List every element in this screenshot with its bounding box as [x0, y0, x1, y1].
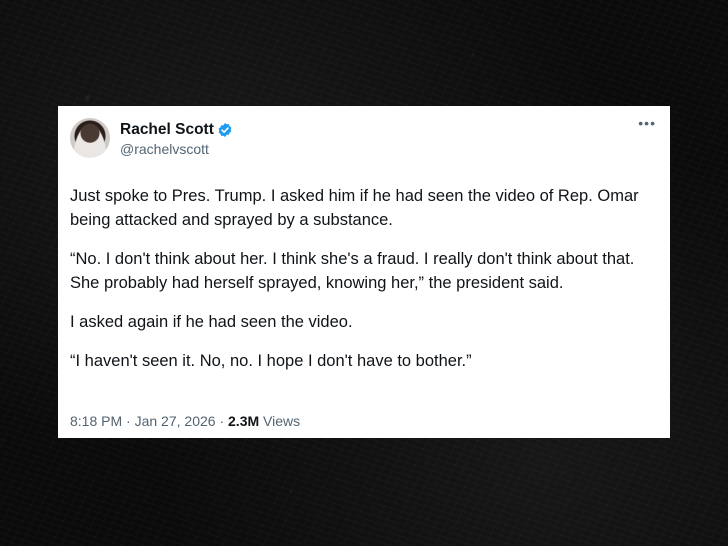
avatar[interactable]	[70, 118, 110, 158]
more-options-icon[interactable]: •••	[638, 116, 656, 130]
tweet-time[interactable]: 8:18 PM	[70, 413, 122, 429]
views-count: 2.3M	[228, 413, 260, 429]
author-display-name[interactable]: Rachel Scott	[120, 120, 214, 139]
tweet-card: Rachel Scott @rachelvscott ••• Just spok…	[58, 106, 670, 438]
tweet-text: Just spoke to Pres. Trump. I asked him i…	[70, 184, 656, 373]
meta-separator: ·	[126, 413, 131, 429]
tweet-date[interactable]: Jan 27, 2026	[135, 413, 216, 429]
tweet-paragraph: I asked again if he had seen the video.	[70, 313, 353, 331]
verified-badge-icon	[217, 122, 233, 138]
tweet-paragraph: “I haven't seen it. No, no. I hope I don…	[70, 352, 472, 370]
name-row: Rachel Scott	[120, 120, 233, 139]
meta-separator: ·	[219, 413, 225, 429]
views-label: Views	[263, 413, 301, 429]
author-info: Rachel Scott @rachelvscott	[120, 118, 233, 158]
tweet-meta: 8:18 PM · Jan 27, 2026 · 2.3M Views	[70, 412, 300, 430]
tweet-header: Rachel Scott @rachelvscott	[70, 118, 656, 164]
tweet-paragraph: “No. I don't think about her. I think sh…	[70, 250, 635, 292]
author-handle[interactable]: @rachelvscott	[120, 140, 233, 158]
tweet-paragraph: Just spoke to Pres. Trump. I asked him i…	[70, 187, 639, 229]
